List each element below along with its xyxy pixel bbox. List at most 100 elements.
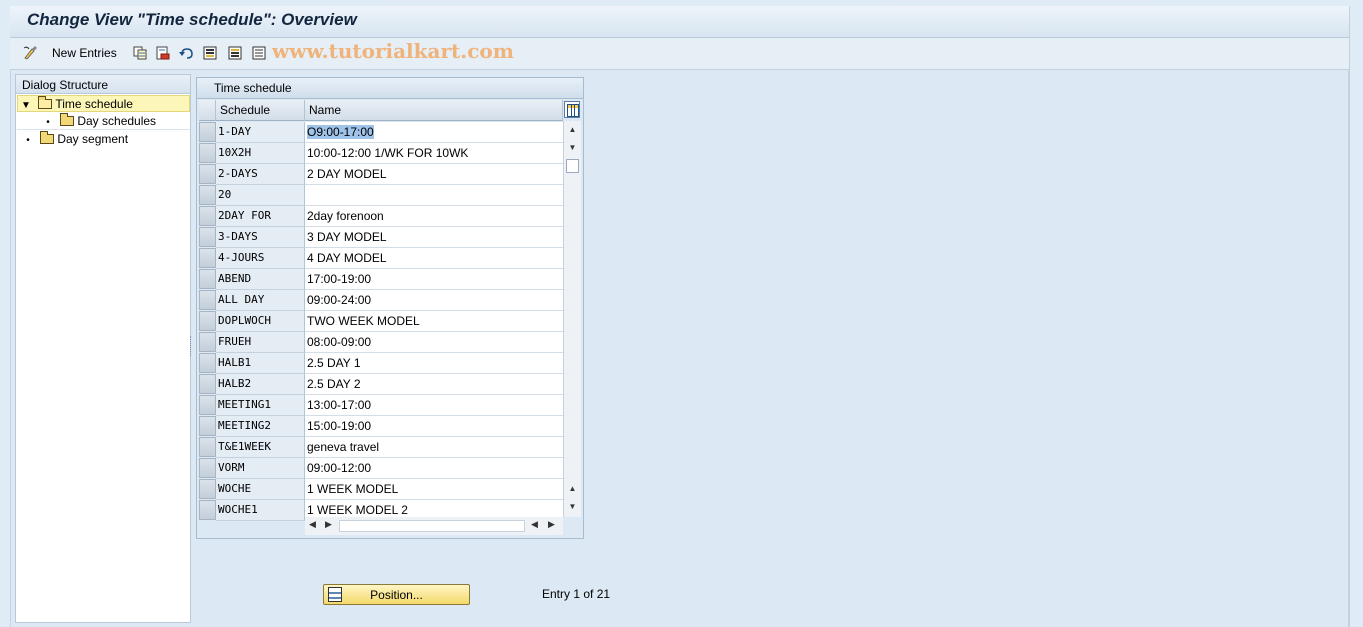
name-cell[interactable]	[305, 185, 563, 206]
row-selector[interactable]	[199, 458, 216, 478]
horizontal-scrollbar[interactable]: ◀ ▶ ◀ ▶	[305, 517, 563, 535]
row-selector[interactable]	[199, 332, 216, 352]
table-row[interactable]: 4-JOURS 4 DAY MODEL	[199, 248, 563, 269]
tree-item-day-schedules[interactable]: • Day schedules	[17, 113, 190, 130]
table-row[interactable]: 20	[199, 185, 563, 206]
name-cell[interactable]: geneva travel	[305, 437, 563, 458]
table-row[interactable]: T&E1WEEK geneva travel	[199, 437, 563, 458]
table-row[interactable]: 2-DAYS 2 DAY MODEL	[199, 164, 563, 185]
tree-item-label: Time schedule	[55, 97, 133, 111]
select-block-icon[interactable]	[227, 45, 242, 60]
name-cell-text: TWO WEEK MODEL	[307, 314, 420, 328]
name-cell[interactable]: 08:00-09:00	[305, 332, 563, 353]
table-row[interactable]: FRUEH 08:00-09:00	[199, 332, 563, 353]
name-cell[interactable]: 17:00-19:00	[305, 269, 563, 290]
table-row[interactable]: VORM 09:00-12:00	[199, 458, 563, 479]
tree-item-time-schedule[interactable]: ▼ Time schedule	[17, 95, 190, 112]
schedule-cell: WOCHE1	[216, 500, 305, 521]
panel-splitter[interactable]	[190, 336, 193, 356]
table-row[interactable]: HALB1 2.5 DAY 1	[199, 353, 563, 374]
scroll-up-icon[interactable]: ▲	[566, 123, 579, 136]
row-selector[interactable]	[199, 290, 216, 310]
name-cell[interactable]: 1 WEEK MODEL	[305, 479, 563, 500]
row-selector[interactable]	[199, 311, 216, 331]
dialog-structure-header: Dialog Structure	[16, 75, 190, 94]
deselect-all-icon[interactable]	[251, 45, 266, 60]
schedule-cell: 4-JOURS	[216, 248, 305, 269]
name-cell[interactable]: TWO WEEK MODEL	[305, 311, 563, 332]
row-selector[interactable]	[199, 227, 216, 247]
row-selector[interactable]	[199, 353, 216, 373]
row-selector[interactable]	[199, 122, 216, 142]
row-selector[interactable]	[199, 143, 216, 163]
name-cell-text: 1 WEEK MODEL 2	[307, 503, 408, 517]
scroll-track[interactable]	[339, 520, 525, 532]
table-row[interactable]: 1-DAY O9:00-17:00	[199, 122, 563, 143]
scroll-thumb[interactable]	[566, 159, 579, 173]
name-cell[interactable]: 3 DAY MODEL	[305, 227, 563, 248]
undo-icon[interactable]	[179, 45, 194, 60]
name-cell[interactable]: 09:00-12:00	[305, 458, 563, 479]
folder-icon	[60, 113, 75, 126]
table-row[interactable]: HALB2 2.5 DAY 2	[199, 374, 563, 395]
name-cell[interactable]: 10:00-12:00 1/WK FOR 10WK	[305, 143, 563, 164]
name-cell-text: 17:00-19:00	[307, 272, 372, 286]
select-all-column-header[interactable]	[199, 100, 216, 121]
position-button[interactable]: Position...	[323, 584, 470, 605]
row-selector[interactable]	[199, 248, 216, 268]
name-cell[interactable]: 4 DAY MODEL	[305, 248, 563, 269]
row-selector[interactable]	[199, 185, 216, 205]
select-all-icon[interactable]	[202, 45, 217, 60]
scroll-page-up-icon[interactable]: ▲	[566, 482, 579, 495]
table-row[interactable]: 2DAY FOR 2day forenoon	[199, 206, 563, 227]
name-cell[interactable]: 2day forenoon	[305, 206, 563, 227]
expand-arrow-icon[interactable]: ▼	[21, 97, 31, 114]
row-selector[interactable]	[199, 269, 216, 289]
schedule-cell: 2-DAYS	[216, 164, 305, 185]
row-selector[interactable]	[199, 479, 216, 499]
tree-item-day-segment[interactable]: • Day segment	[17, 131, 190, 148]
table-row[interactable]: MEETING1 13:00-17:00	[199, 395, 563, 416]
scroll-left-icon[interactable]: ◀	[309, 519, 316, 530]
table-row[interactable]: ALL DAY 09:00-24:00	[199, 290, 563, 311]
name-cell-text: 3 DAY MODEL	[307, 230, 387, 244]
copy-icon[interactable]	[132, 45, 147, 60]
column-header-name[interactable]: Name	[305, 100, 563, 121]
row-selector[interactable]	[199, 395, 216, 415]
table-row[interactable]: DOPLWOCH TWO WEEK MODEL	[199, 311, 563, 332]
name-cell[interactable]: 2.5 DAY 2	[305, 374, 563, 395]
scroll-page-left-icon[interactable]: ◀	[531, 519, 538, 530]
name-cell[interactable]: 09:00-24:00	[305, 290, 563, 311]
row-selector[interactable]	[199, 374, 216, 394]
scroll-down-icon[interactable]: ▼	[566, 141, 579, 154]
schedule-cell: MEETING1	[216, 395, 305, 416]
delete-icon[interactable]	[155, 45, 170, 60]
scroll-page-right-icon[interactable]: ▶	[548, 519, 555, 530]
table-row[interactable]: WOCHE 1 WEEK MODEL	[199, 479, 563, 500]
row-selector[interactable]	[199, 500, 216, 520]
row-selector[interactable]	[199, 416, 216, 436]
name-cell[interactable]: 13:00-17:00	[305, 395, 563, 416]
scroll-page-down-icon[interactable]: ▼	[566, 500, 579, 513]
display-change-icon[interactable]	[23, 45, 38, 60]
vertical-scrollbar[interactable]: ▲ ▼ ▲ ▼	[563, 121, 581, 517]
scroll-right-icon[interactable]: ▶	[325, 519, 332, 530]
table-row[interactable]: 3-DAYS 3 DAY MODEL	[199, 227, 563, 248]
row-selector[interactable]	[199, 437, 216, 457]
table-row[interactable]: MEETING2 15:00-19:00	[199, 416, 563, 437]
column-header-schedule[interactable]: Schedule	[216, 100, 305, 121]
table-row[interactable]: ABEND 17:00-19:00	[199, 269, 563, 290]
table-settings-icon[interactable]	[564, 101, 580, 118]
name-cell[interactable]: 15:00-19:00	[305, 416, 563, 437]
row-selector[interactable]	[199, 206, 216, 226]
new-entries-button[interactable]: New Entries	[52, 46, 117, 60]
name-cell[interactable]: O9:00-17:00	[305, 122, 563, 143]
name-cell-text: O9:00-17:00	[307, 125, 374, 139]
name-cell[interactable]: 2.5 DAY 1	[305, 353, 563, 374]
row-selector[interactable]	[199, 164, 216, 184]
name-cell-text: 2.5 DAY 1	[307, 356, 361, 370]
table-row[interactable]: 10X2H 10:00-12:00 1/WK FOR 10WK	[199, 143, 563, 164]
name-cell-text: 13:00-17:00	[307, 398, 372, 412]
name-cell[interactable]: 2 DAY MODEL	[305, 164, 563, 185]
position-button-label: Position...	[370, 587, 423, 602]
